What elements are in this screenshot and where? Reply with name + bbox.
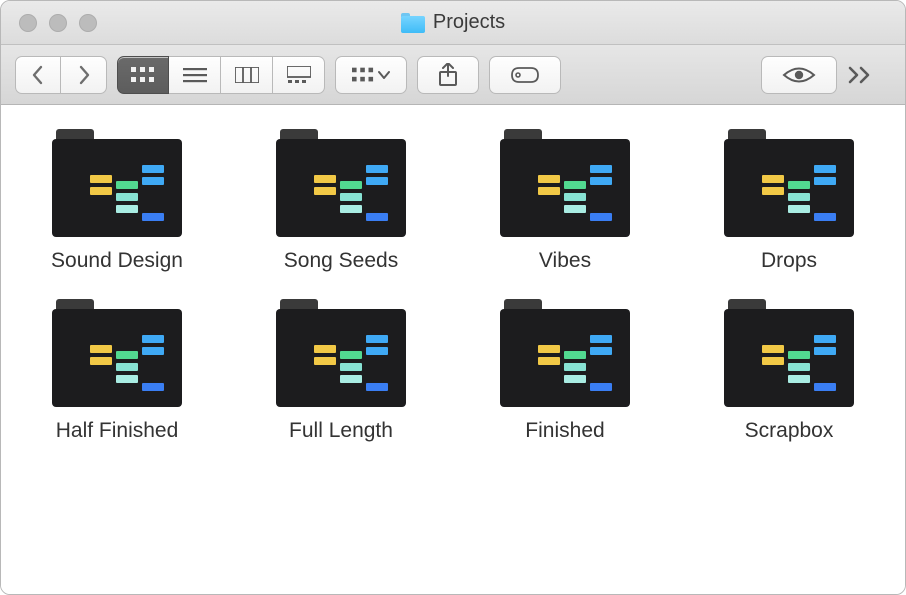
finder-content: Sound Design Song Seeds Vibes [1,105,905,594]
folder-icon [52,299,182,407]
tags-button[interactable] [489,56,561,94]
tag-icon [510,66,540,84]
folder-label: Finished [525,419,604,443]
columns-icon [235,67,259,83]
folder-label: Song Seeds [284,249,398,273]
double-chevron-right-icon [847,65,873,85]
grid-icon [131,67,155,83]
view-mode-segmented [117,56,325,94]
gallery-view-button[interactable] [273,56,325,94]
quicklook-button[interactable] [761,56,837,94]
folder-label: Sound Design [51,249,183,273]
minimize-window-button[interactable] [49,14,67,32]
zoom-window-button[interactable] [79,14,97,32]
eye-icon [782,65,816,85]
folder-icon [276,299,406,407]
list-icon [183,67,207,83]
folder-icon [724,299,854,407]
chevron-right-icon [77,65,91,85]
folder-icon [52,129,182,237]
folder-item[interactable]: Drops [707,129,871,273]
toolbar [1,45,905,105]
column-view-button[interactable] [221,56,273,94]
nav-button-group [15,56,107,94]
folder-item[interactable]: Scrapbox [707,299,871,443]
window-title: Projects [433,11,505,34]
icon-view-button[interactable] [117,56,169,94]
back-button[interactable] [15,56,61,94]
folder-label: Half Finished [56,419,179,443]
folder-item[interactable]: Finished [483,299,647,443]
share-icon [438,63,458,87]
folder-label: Full Length [289,419,393,443]
folder-icon [724,129,854,237]
folder-item[interactable]: Song Seeds [259,129,423,273]
close-window-button[interactable] [19,14,37,32]
folder-item[interactable]: Full Length [259,299,423,443]
grid-icon [352,67,374,83]
toolbar-overflow-button[interactable] [847,65,891,85]
forward-button[interactable] [61,56,107,94]
titlebar: Projects [1,1,905,45]
chevron-down-icon [378,70,390,80]
list-view-button[interactable] [169,56,221,94]
folder-icon [401,13,425,33]
folder-label: Scrapbox [745,419,834,443]
folder-item[interactable]: Vibes [483,129,647,273]
arrange-button[interactable] [335,56,407,94]
folder-label: Drops [761,249,817,273]
traffic-lights [19,14,97,32]
folder-icon [500,299,630,407]
folder-label: Vibes [539,249,591,273]
folder-icon [276,129,406,237]
window-title-wrap: Projects [401,11,505,34]
folder-icon [500,129,630,237]
gallery-icon [287,66,311,84]
chevron-left-icon [31,65,45,85]
finder-window: Projects [0,0,906,595]
folder-item[interactable]: Sound Design [35,129,199,273]
share-button[interactable] [417,56,479,94]
icon-grid: Sound Design Song Seeds Vibes [35,129,871,443]
folder-item[interactable]: Half Finished [35,299,199,443]
